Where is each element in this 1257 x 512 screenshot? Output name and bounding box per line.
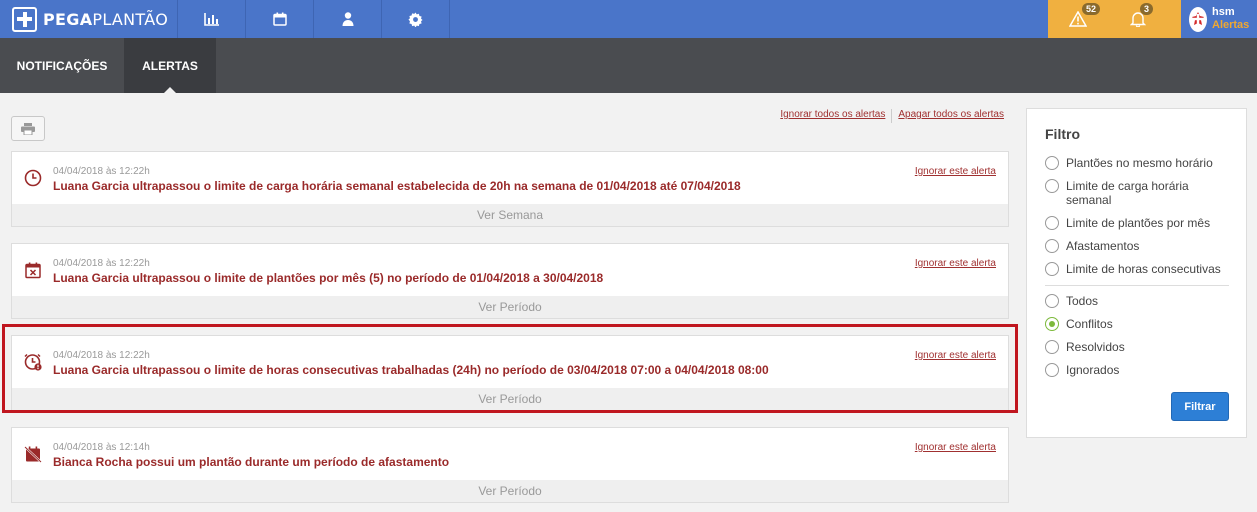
ignore-all-link[interactable]: Ignorar todos os alertas <box>774 109 891 123</box>
alert-time: 04/04/2018 às 12:22h <box>53 166 150 177</box>
radio-button[interactable] <box>1045 239 1059 253</box>
option-label: Limite de horas consecutivas <box>1066 262 1221 276</box>
calendar-x-icon <box>25 262 41 279</box>
radio-button[interactable] <box>1045 340 1059 354</box>
alert-card: 04/04/2018 às 12:22h Luana Garcia ultrap… <box>11 151 1009 227</box>
printer-icon <box>21 122 35 135</box>
radio-button[interactable] <box>1045 216 1059 230</box>
filter-status-resolved[interactable]: Resolvidos <box>1045 340 1226 354</box>
sub-navigation: NOTIFICAÇÕES ALERTAS <box>0 38 1257 93</box>
alerts-area: 52 3 <box>1048 0 1181 38</box>
user-info: hsm Alertas <box>1212 6 1249 32</box>
option-label: Conflitos <box>1066 317 1113 331</box>
option-label: Limite de carga horária semanal <box>1066 179 1189 207</box>
filter-option-consecutive-hours[interactable]: Limite de horas consecutivas <box>1045 262 1226 276</box>
delete-all-link[interactable]: Apagar todos os alertas <box>892 109 1010 123</box>
view-period-button[interactable]: Ver Período <box>12 480 1008 502</box>
filter-option-monthly-shifts[interactable]: Limite de plantões por mês <box>1045 216 1226 230</box>
filter-panel: Filtro Plantões no mesmo horário Limite … <box>1026 108 1247 438</box>
option-label: Resolvidos <box>1066 340 1125 354</box>
notifications-button[interactable]: 3 <box>1108 0 1168 38</box>
active-tab-indicator <box>164 87 176 93</box>
option-label: Todos <box>1066 294 1099 308</box>
filter-option-leaves[interactable]: Afastamentos <box>1045 239 1226 253</box>
notifications-count-badge: 3 <box>1140 3 1154 15</box>
logo-text: PEGAPLANTÃO <box>43 9 169 29</box>
warnings-button[interactable]: 52 <box>1048 0 1108 38</box>
filter-status-conflicts[interactable]: Conflitos <box>1045 317 1226 331</box>
tab-alertas[interactable]: ALERTAS <box>124 38 216 93</box>
nav-settings-button[interactable] <box>382 0 450 38</box>
chart-icon <box>204 12 219 26</box>
filter-option-weekly-hours[interactable]: Limite de carga horária semanal <box>1045 179 1226 207</box>
alert-message: Luana Garcia ultrapassou o limite de hor… <box>53 363 769 377</box>
app-logo[interactable]: PEGAPLANTÃO <box>0 0 178 38</box>
bulk-actions: Ignorar todos os alertas Apagar todos os… <box>774 109 1010 123</box>
filter-status-all[interactable]: Todos <box>1045 294 1226 308</box>
nav-reports-button[interactable] <box>178 0 246 38</box>
logo-plus-icon <box>12 6 37 32</box>
alert-card: 04/04/2018 às 12:14h Bianca Rocha possui… <box>11 427 1009 503</box>
avatar <box>1189 6 1207 32</box>
option-label: Afastamentos <box>1066 239 1140 253</box>
alert-card: 04/04/2018 às 12:22h Luana Garcia ultrap… <box>11 335 1009 411</box>
nav-calendar-button[interactable] <box>246 0 314 38</box>
print-button[interactable] <box>11 116 45 141</box>
radio-button[interactable] <box>1045 156 1059 170</box>
gear-icon <box>408 11 423 27</box>
view-period-button[interactable]: Ver Período <box>12 296 1008 318</box>
view-week-button[interactable]: Ver Semana <box>12 204 1008 226</box>
alert-message: Luana Garcia ultrapassou o limite de pla… <box>53 271 604 285</box>
alert-time: 04/04/2018 às 12:14h <box>53 442 150 453</box>
filter-title: Filtro <box>1045 126 1080 142</box>
radio-button[interactable] <box>1045 262 1059 276</box>
radio-button-selected[interactable] <box>1045 317 1059 331</box>
option-label: Plantões no mesmo horário <box>1066 156 1213 170</box>
user-icon <box>342 12 353 26</box>
filter-option-same-time[interactable]: Plantões no mesmo horário <box>1045 156 1226 170</box>
hospital-cross-icon <box>1192 12 1204 25</box>
tab-notificacoes[interactable]: NOTIFICAÇÕES <box>0 38 124 93</box>
tab-label: ALERTAS <box>142 58 198 73</box>
top-bar-spacer <box>450 0 1048 38</box>
radio-button[interactable] <box>1045 294 1059 308</box>
ignore-alert-link[interactable]: Ignorar este alerta <box>915 350 996 361</box>
top-bar: PEGAPLANTÃO 52 3 hsm Alertas ▼ <box>0 0 1257 38</box>
option-label: Ignorados <box>1066 363 1120 377</box>
ignore-alert-link[interactable]: Ignorar este alerta <box>915 442 996 453</box>
alert-card: 04/04/2018 às 12:22h Luana Garcia ultrap… <box>11 243 1009 319</box>
alert-time: 04/04/2018 às 12:22h <box>53 350 150 361</box>
alert-message: Bianca Rocha possui um plantão durante u… <box>53 455 450 469</box>
nav-users-button[interactable] <box>314 0 382 38</box>
warnings-count-badge: 52 <box>1082 3 1101 15</box>
calendar-icon <box>272 12 287 26</box>
clock-icon <box>24 169 42 187</box>
user-name: hsm <box>1212 6 1235 18</box>
alert-time: 04/04/2018 às 12:22h <box>53 258 150 269</box>
calendar-off-icon <box>24 446 42 463</box>
filter-status-ignored[interactable]: Ignorados <box>1045 363 1226 377</box>
radio-button[interactable] <box>1045 179 1059 193</box>
tab-label: NOTIFICAÇÕES <box>16 58 108 73</box>
option-label: Limite de plantões por mês <box>1066 216 1211 230</box>
clock-alert-icon <box>24 353 42 371</box>
user-menu[interactable]: hsm Alertas ▼ <box>1181 0 1257 38</box>
radio-button[interactable] <box>1045 363 1059 377</box>
ignore-alert-link[interactable]: Ignorar este alerta <box>915 166 996 177</box>
divider <box>1045 285 1229 286</box>
filter-button[interactable]: Filtrar <box>1171 392 1229 421</box>
view-period-button[interactable]: Ver Período <box>12 388 1008 410</box>
alert-message: Luana Garcia ultrapassou o limite de car… <box>53 179 741 193</box>
ignore-alert-link[interactable]: Ignorar este alerta <box>915 258 996 269</box>
user-role: Alertas <box>1212 19 1250 31</box>
